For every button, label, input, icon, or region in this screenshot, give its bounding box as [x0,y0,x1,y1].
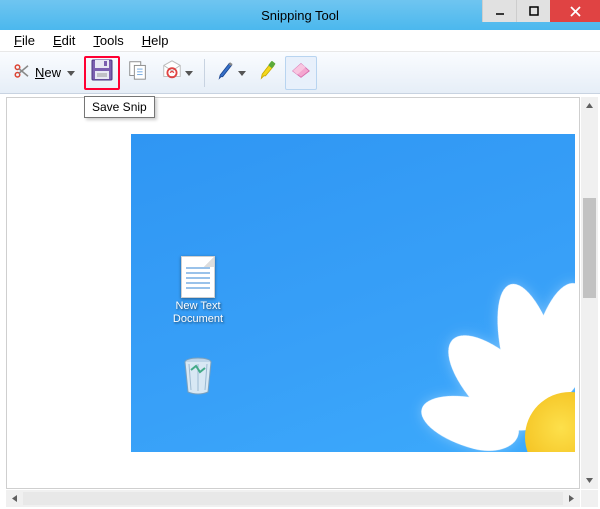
flower-graphic [395,282,575,452]
toolbar-separator [204,59,205,87]
eraser-button[interactable] [285,56,317,90]
send-snip-dropdown[interactable] [185,64,193,82]
floppy-icon [90,58,114,87]
menu-file[interactable]: File [6,31,43,50]
horizontal-scroll-track[interactable] [23,490,563,507]
scroll-corner [581,490,598,507]
scroll-down-button[interactable] [581,472,598,489]
minimize-button[interactable] [482,0,516,22]
pen-button[interactable] [211,56,251,90]
send-snip-button[interactable] [156,56,198,90]
captured-snip-image: New Text Document [131,134,575,452]
save-snip-button[interactable] [84,56,120,90]
desktop-icon-text-document: New Text Document [159,256,237,326]
close-button[interactable] [550,0,600,22]
save-snip-tooltip: Save Snip [84,96,155,118]
copy-icon [127,59,149,86]
horizontal-scrollbar[interactable] [6,490,580,507]
eraser-icon [290,60,312,85]
scroll-left-button[interactable] [6,490,23,507]
menu-help[interactable]: Help [134,31,177,50]
highlighter-icon [258,59,278,86]
toolbar: New [0,52,600,94]
window-title: Snipping Tool [261,8,339,23]
desktop-icon-label: New Text Document [159,300,237,326]
recycle-bin-icon [180,356,216,396]
title-bar: Snipping Tool [0,0,600,30]
vertical-scroll-track[interactable] [581,114,598,472]
content-area: New Text Document [0,94,600,509]
vertical-scroll-thumb[interactable] [583,198,596,298]
desktop-icon-recycle-bin [159,356,237,396]
new-snip-dropdown[interactable] [67,65,75,80]
vertical-scrollbar[interactable] [581,97,598,489]
scissors-icon [13,62,31,83]
menu-bar: File Edit Tools Help [0,30,600,52]
pen-dropdown[interactable] [238,64,246,82]
pen-icon [216,59,236,86]
envelope-icon [161,59,183,86]
snip-viewport[interactable]: New Text Document [6,97,580,489]
new-snip-label: New [35,65,61,80]
text-file-icon [181,256,215,298]
menu-edit[interactable]: Edit [45,31,83,50]
menu-tools[interactable]: Tools [85,31,131,50]
window-controls [482,0,600,22]
maximize-button[interactable] [516,0,550,22]
scroll-right-button[interactable] [563,490,580,507]
horizontal-scroll-thumb[interactable] [23,492,563,505]
copy-button[interactable] [122,56,154,90]
scroll-up-button[interactable] [581,97,598,114]
new-snip-button[interactable]: New [6,56,82,90]
highlighter-button[interactable] [253,56,283,90]
